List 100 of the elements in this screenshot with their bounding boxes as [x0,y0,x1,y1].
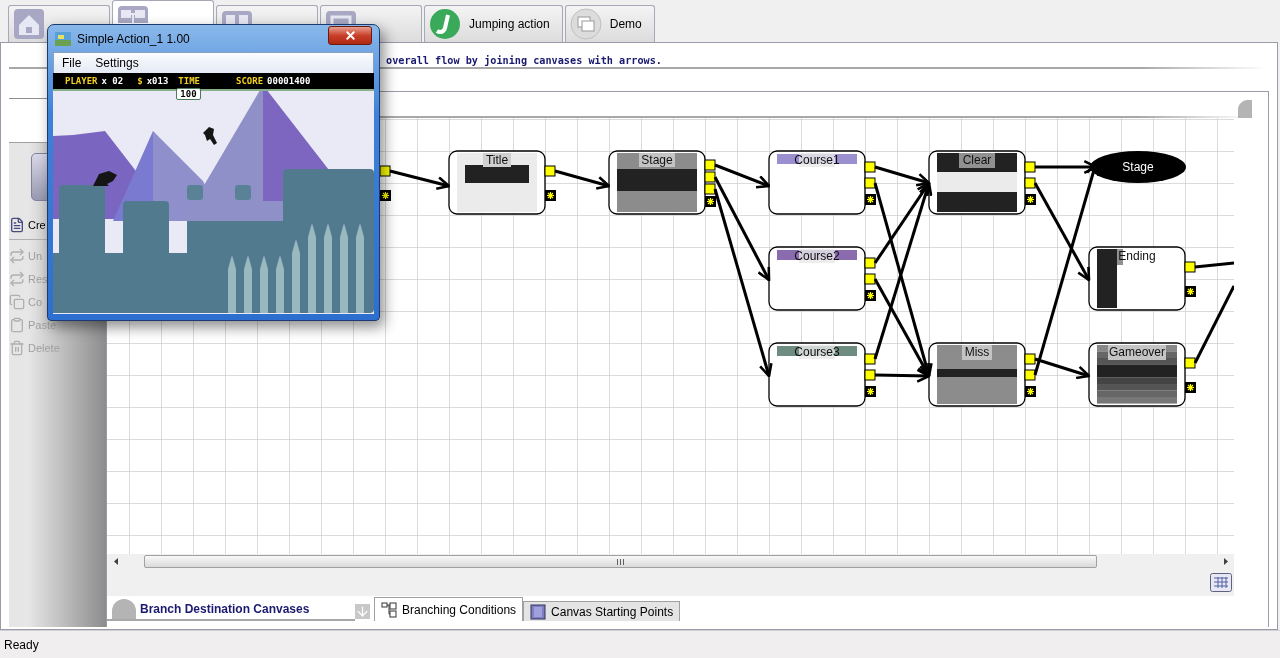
close-button[interactable] [328,26,372,45]
asterisk-port-icon[interactable] [1185,286,1196,297]
canvas-node[interactable] [448,150,546,215]
hud-label: $ [137,76,143,86]
status-text: Ready [4,637,39,652]
asterisk-port-icon[interactable] [1025,194,1036,205]
arrow[interactable] [713,188,773,378]
asterisk-port-icon[interactable] [1185,382,1196,393]
flowchart-icon [117,5,149,23]
port-square[interactable] [864,353,876,365]
home-icon [13,8,45,40]
asterisk-port-icon[interactable] [865,386,876,397]
sidebar-item[interactable]: Cre [9,213,106,236]
grid-view-icon[interactable] [1210,573,1232,592]
asterisk-port-icon[interactable] [1025,386,1036,397]
panel-title: Branch Destination Canvases [140,602,310,616]
port-square[interactable] [1184,261,1196,273]
connector-line[interactable] [1194,261,1234,269]
asterisk-port-icon[interactable] [865,290,876,301]
port-square[interactable] [1024,161,1036,173]
paste-icon [9,316,25,333]
canvas-node[interactable] [1088,246,1186,311]
hud-value: 00001400 [267,76,311,86]
arrow[interactable] [1033,182,1091,282]
node-label: Clear [962,153,992,167]
window-title: Simple Action_1 1.00 [77,31,190,46]
instruction-text: overall flow by joining canvases with arrows. [386,55,662,66]
app-icon [55,31,71,46]
canvas-node[interactable] [768,342,866,407]
hud-value: 100 [176,88,201,100]
node-label: Stage [641,153,673,167]
node-label: Gameover [1109,345,1165,359]
hud-label: TIME [178,76,200,86]
hud-value: x013 [146,76,169,86]
menu-item[interactable]: Settings [95,56,139,70]
asterisk-port-icon[interactable] [865,194,876,205]
scroll-left-icon[interactable] [113,558,118,565]
scroll-thumb[interactable] [144,555,1097,568]
node-label: Title [485,153,509,167]
logo-icon [429,8,461,40]
canvas-node[interactable] [768,246,866,311]
node-label: Course1 [794,153,840,167]
tab[interactable]: Demo [564,5,655,42]
arrow[interactable] [1034,357,1091,380]
document-icon [9,216,25,233]
asterisk-port-icon[interactable] [380,190,391,201]
arrow[interactable] [873,181,931,264]
arrow[interactable] [554,169,611,190]
tab[interactable]: Canvas Starting Points [523,601,681,621]
pages-icon [569,8,602,40]
arrow[interactable] [713,176,771,282]
node-label: Ending [1118,249,1156,263]
canvas-node[interactable] [928,342,1026,407]
hud-label: PLAYER [65,76,98,86]
scroll-right-icon[interactable] [1223,558,1228,565]
terminal-node[interactable]: Stage [1090,151,1186,183]
node-label: Stage [1122,160,1154,174]
arrow[interactable] [873,278,931,378]
arrow[interactable] [874,368,931,383]
grip-icon [617,558,624,565]
menu-item[interactable]: File [62,56,82,70]
port-square[interactable] [544,165,556,177]
canvas-node[interactable] [928,150,1026,215]
node-label: Miss [964,345,990,359]
hud-label: SCORE [236,76,264,86]
asterisk-port-icon[interactable] [705,196,716,207]
node-label: Course2 [794,249,840,263]
port-square[interactable] [1024,369,1036,381]
delete-icon [9,339,25,356]
arrow[interactable] [389,169,451,191]
port-square[interactable] [864,257,876,269]
port-square[interactable] [704,183,716,195]
canvas-node[interactable] [768,150,866,215]
tab[interactable]: Branching Conditions [374,597,524,621]
canvas-icon [530,603,547,620]
port-square[interactable] [704,159,716,171]
port-square[interactable] [1024,353,1036,365]
connector-line[interactable] [1193,285,1234,364]
undo-icon [9,247,25,264]
arrow[interactable] [714,163,771,189]
asterisk-port-icon[interactable] [545,190,556,201]
tab[interactable]: Jumping action [424,5,563,42]
horizontal-scrollbar[interactable] [107,554,1234,569]
hud-value: x 02 [101,76,124,86]
port-square[interactable] [379,165,391,177]
port-square[interactable] [864,161,876,173]
node-label: Course3 [794,345,840,359]
port-square[interactable] [864,369,876,381]
flowchart-icon [381,601,397,618]
arrow[interactable] [874,165,931,187]
close-icon [343,29,357,42]
port-square[interactable] [1024,177,1036,189]
port-square[interactable] [1184,357,1196,369]
canvas-node[interactable] [1088,342,1186,407]
copy-icon [9,293,25,310]
port-square[interactable] [704,171,716,183]
redo-icon [9,270,25,287]
canvas-node[interactable] [608,150,706,215]
port-square[interactable] [864,177,876,189]
port-square[interactable] [864,273,876,285]
